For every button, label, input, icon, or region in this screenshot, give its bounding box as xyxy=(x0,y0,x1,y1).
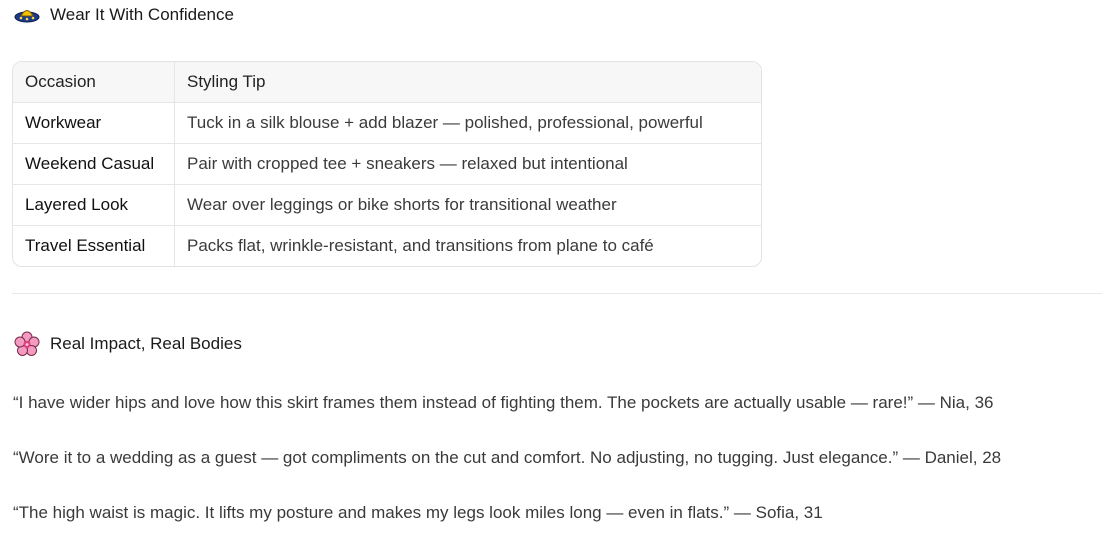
styling-tip-cell: Packs flat, wrinkle-resistant, and trans… xyxy=(187,236,654,255)
styling-table: Occasion Styling Tip Workwear Tuck in a … xyxy=(12,61,762,267)
table-header-row: Occasion Styling Tip xyxy=(13,62,761,103)
background-pattern xyxy=(240,0,1116,22)
table-row: Travel Essential Packs flat, wrinkle-res… xyxy=(13,225,761,266)
occasion-cell: Travel Essential xyxy=(13,225,175,266)
section-title: Wear It With Confidence xyxy=(50,5,234,24)
column-header-occasion: Occasion xyxy=(13,62,175,103)
table-row: Weekend Casual Pair with cropped tee + s… xyxy=(13,143,761,185)
styling-tip-cell: Wear over leggings or bike shorts for tr… xyxy=(174,184,761,226)
section-divider xyxy=(12,293,1102,294)
styling-tip-cell: Pair with cropped tee + sneakers — relax… xyxy=(174,143,761,185)
section-heading-wear: Wear It With Confidence xyxy=(14,3,234,27)
occasion-cell: Layered Look xyxy=(13,184,175,226)
styling-tip-cell: Tuck in a silk blouse + add blazer — pol… xyxy=(174,102,761,144)
section-title: Real Impact, Real Bodies xyxy=(50,334,242,353)
occasion-cell: Weekend Casual xyxy=(13,143,175,185)
column-header-styling-tip: Styling Tip xyxy=(174,62,761,103)
table-row: Workwear Tuck in a silk blouse + add bla… xyxy=(13,102,761,144)
table-row: Layered Look Wear over leggings or bike … xyxy=(13,184,761,226)
testimonial-quote: “The high waist is magic. It lifts my po… xyxy=(13,503,823,522)
occasion-cell: Workwear xyxy=(13,102,175,144)
ufo-icon xyxy=(14,2,40,28)
cherry-blossom-icon xyxy=(14,331,40,357)
section-heading-impact: Real Impact, Real Bodies xyxy=(14,331,242,357)
testimonial-quote: “Wore it to a wedding as a guest — got c… xyxy=(13,448,1002,467)
testimonial-quote: “I have wider hips and love how this ski… xyxy=(13,393,994,412)
